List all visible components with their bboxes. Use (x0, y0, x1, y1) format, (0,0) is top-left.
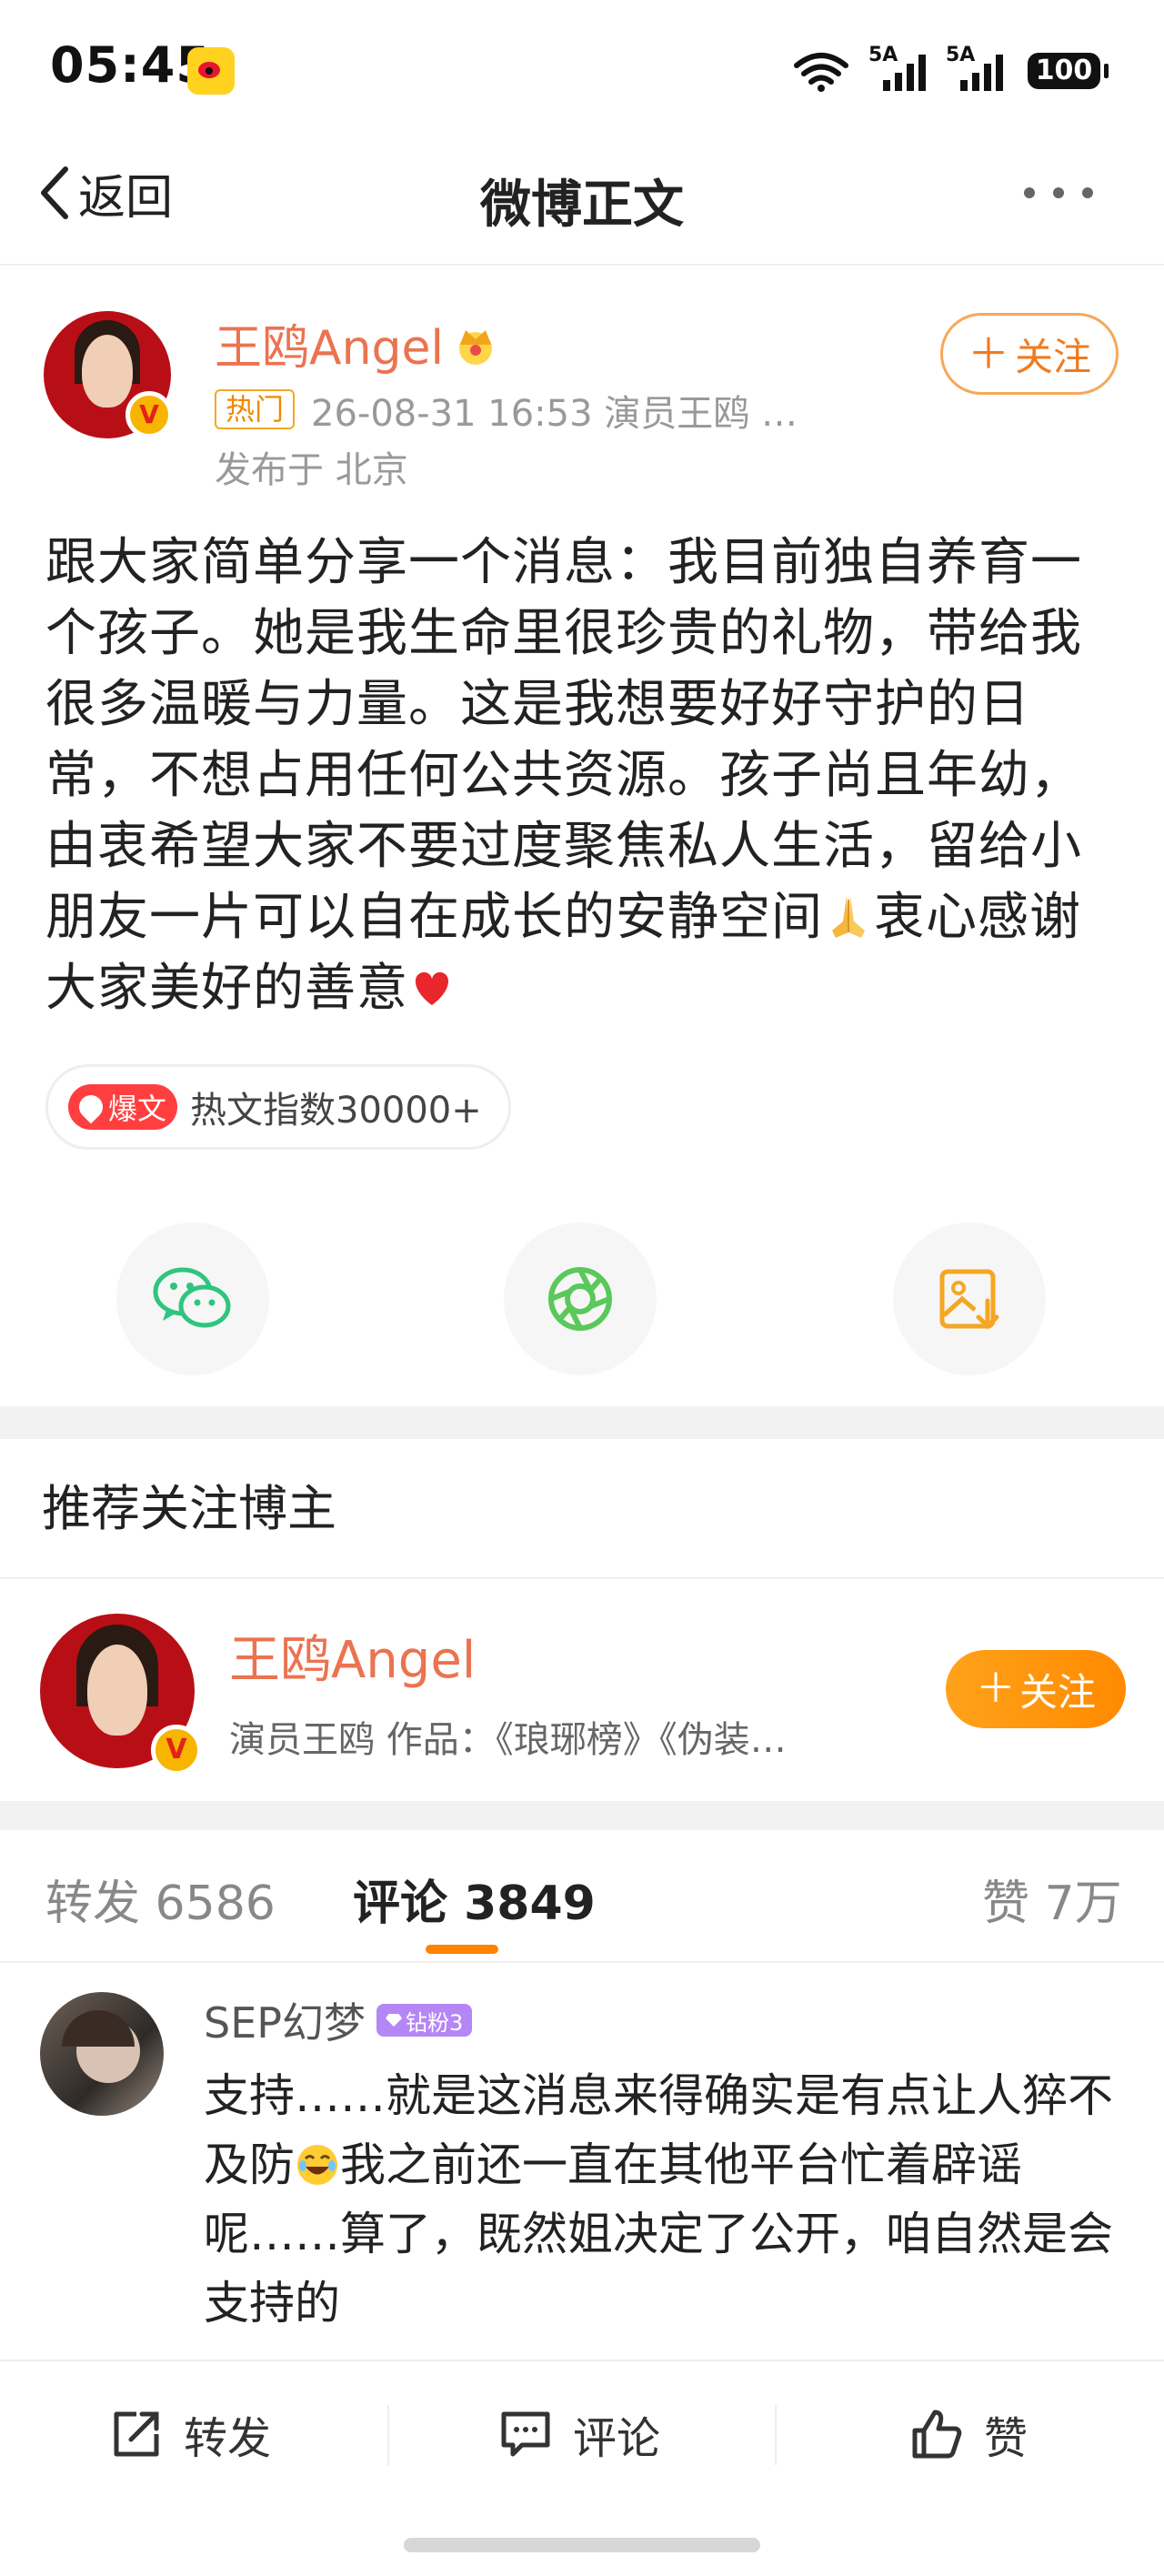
comment-label: 评论 (573, 2413, 661, 2464)
share-moments-button[interactable] (504, 1223, 657, 1375)
diamond-icon (386, 2014, 403, 2027)
hot-index-chip[interactable]: 爆文 热文指数30000+ (45, 1064, 511, 1150)
recommend-name[interactable]: 王鸥Angel (229, 1619, 476, 1693)
laughing-emoji-icon (297, 2145, 337, 2185)
bottom-action-bar: 转发 评论 赞 (0, 2360, 1164, 2507)
back-label: 返回 (78, 170, 174, 226)
tab-comment[interactable]: 评论 3849 (353, 1865, 596, 1933)
divider (0, 1961, 1164, 1963)
repost-label: 转发 (184, 2413, 272, 2464)
dot-icon (1053, 187, 1064, 198)
section-divider (0, 1406, 1164, 1439)
hot-tag: 热门 (215, 389, 296, 429)
moments-icon (548, 1267, 612, 1331)
plus-icon: ＋ (975, 1665, 1016, 1712)
cell-signal-1-icon: 5A (868, 44, 932, 93)
nav-bar: 微博正文 返回 (0, 136, 1164, 266)
save-image-button[interactable] (893, 1223, 1046, 1375)
recommend-follow-label: 关注 (1018, 1669, 1096, 1715)
verified-badge-icon: V (125, 391, 173, 438)
post-text-part1: 跟大家简单分享一个消息：我目前独自养育一个孩子。她是我生命里很珍贵的礼物，带给我… (45, 533, 1082, 947)
active-tab-indicator (426, 1945, 498, 1954)
follow-label: 关注 (1014, 334, 1091, 379)
divider (0, 1577, 1164, 1579)
share-wechat-button[interactable] (116, 1223, 269, 1375)
like-button[interactable]: 赞 (909, 2361, 1028, 2507)
separator (387, 2405, 389, 2465)
fan-badge: 钻粉3 (376, 2004, 473, 2037)
thumbs-up-icon (912, 2410, 962, 2459)
hot-index-text: 热文指数30000+ (190, 1090, 482, 1132)
tab-like[interactable]: 赞 7万 (982, 1865, 1122, 1933)
separator (775, 2405, 777, 2465)
post-text: 跟大家简单分享一个消息：我目前独自养育一个孩子。她是我生命里很珍贵的礼物，带给我… (45, 528, 1123, 1024)
home-indicator[interactable] (404, 2538, 760, 2552)
save-image-icon (939, 1269, 999, 1330)
follow-button[interactable]: ＋ 关注 (940, 313, 1119, 395)
recommend-title: 推荐关注博主 (42, 1480, 336, 1537)
wifi-icon (794, 53, 848, 92)
wechat-icon (153, 1267, 231, 1328)
author-name[interactable]: 王鸥Angel (215, 309, 500, 377)
praying-hands-icon (832, 896, 865, 938)
weibo-app-icon (187, 47, 235, 95)
fan-badge-label: 钻粉3 (406, 2009, 464, 2036)
like-label: 赞 (984, 2413, 1029, 2464)
crown-icon (458, 329, 492, 365)
more-options-button[interactable] (1024, 187, 1106, 209)
section-divider (0, 1801, 1164, 1830)
comment-text-part2: 我之前还一直在其他平台忙着辟谣呢……算了，既然姐决定了公开，咱自然是会支持的 (204, 2138, 1113, 2329)
plus-icon: ＋ (967, 329, 1009, 378)
post-location: 发布于 北京 (215, 449, 408, 491)
post-meta: 26-08-31 16:53 演员王鸥 … (311, 393, 798, 435)
recommend-description: 演员王鸥 作品：《琅琊榜》《伪装… (229, 1719, 787, 1761)
commenter-name: SEP幻梦 (204, 1998, 366, 2048)
commenter[interactable]: SEP幻梦 钻粉3 (204, 1990, 473, 2050)
comment-button[interactable]: 评论 (498, 2361, 660, 2507)
baowen-badge: 爆文 (68, 1084, 178, 1130)
dot-icon (1082, 187, 1093, 198)
repost-button[interactable]: 转发 (109, 2361, 271, 2507)
comment-icon (501, 2411, 550, 2457)
comment-text: 支持……就是这消息来得确实是有点让人猝不及防 我之前还一直在其他平台忙着辟谣呢…… (204, 2061, 1122, 2338)
commenter-avatar[interactable] (40, 1992, 164, 2116)
page-title: 微博正文 (480, 176, 684, 235)
repost-icon (114, 2411, 159, 2457)
cell-signal-2-icon: 5A (946, 44, 1009, 93)
verified-badge-icon: V (151, 1725, 202, 1776)
back-button[interactable]: 返回 (36, 136, 173, 249)
chevron-left-icon (41, 166, 68, 219)
baowen-label: 爆文 (108, 1092, 167, 1126)
flame-icon (74, 1090, 108, 1124)
recommend-follow-button[interactable]: ＋ 关注 (946, 1650, 1126, 1728)
battery-indicator: 100 (1028, 53, 1109, 89)
heart-icon (415, 971, 449, 1005)
tab-repost[interactable]: 转发 6586 (45, 1865, 276, 1933)
dot-icon (1024, 187, 1035, 198)
author-name-text: 王鸥Angel (215, 321, 444, 376)
status-bar: 05:45 5A 5A 100 (0, 0, 1164, 136)
